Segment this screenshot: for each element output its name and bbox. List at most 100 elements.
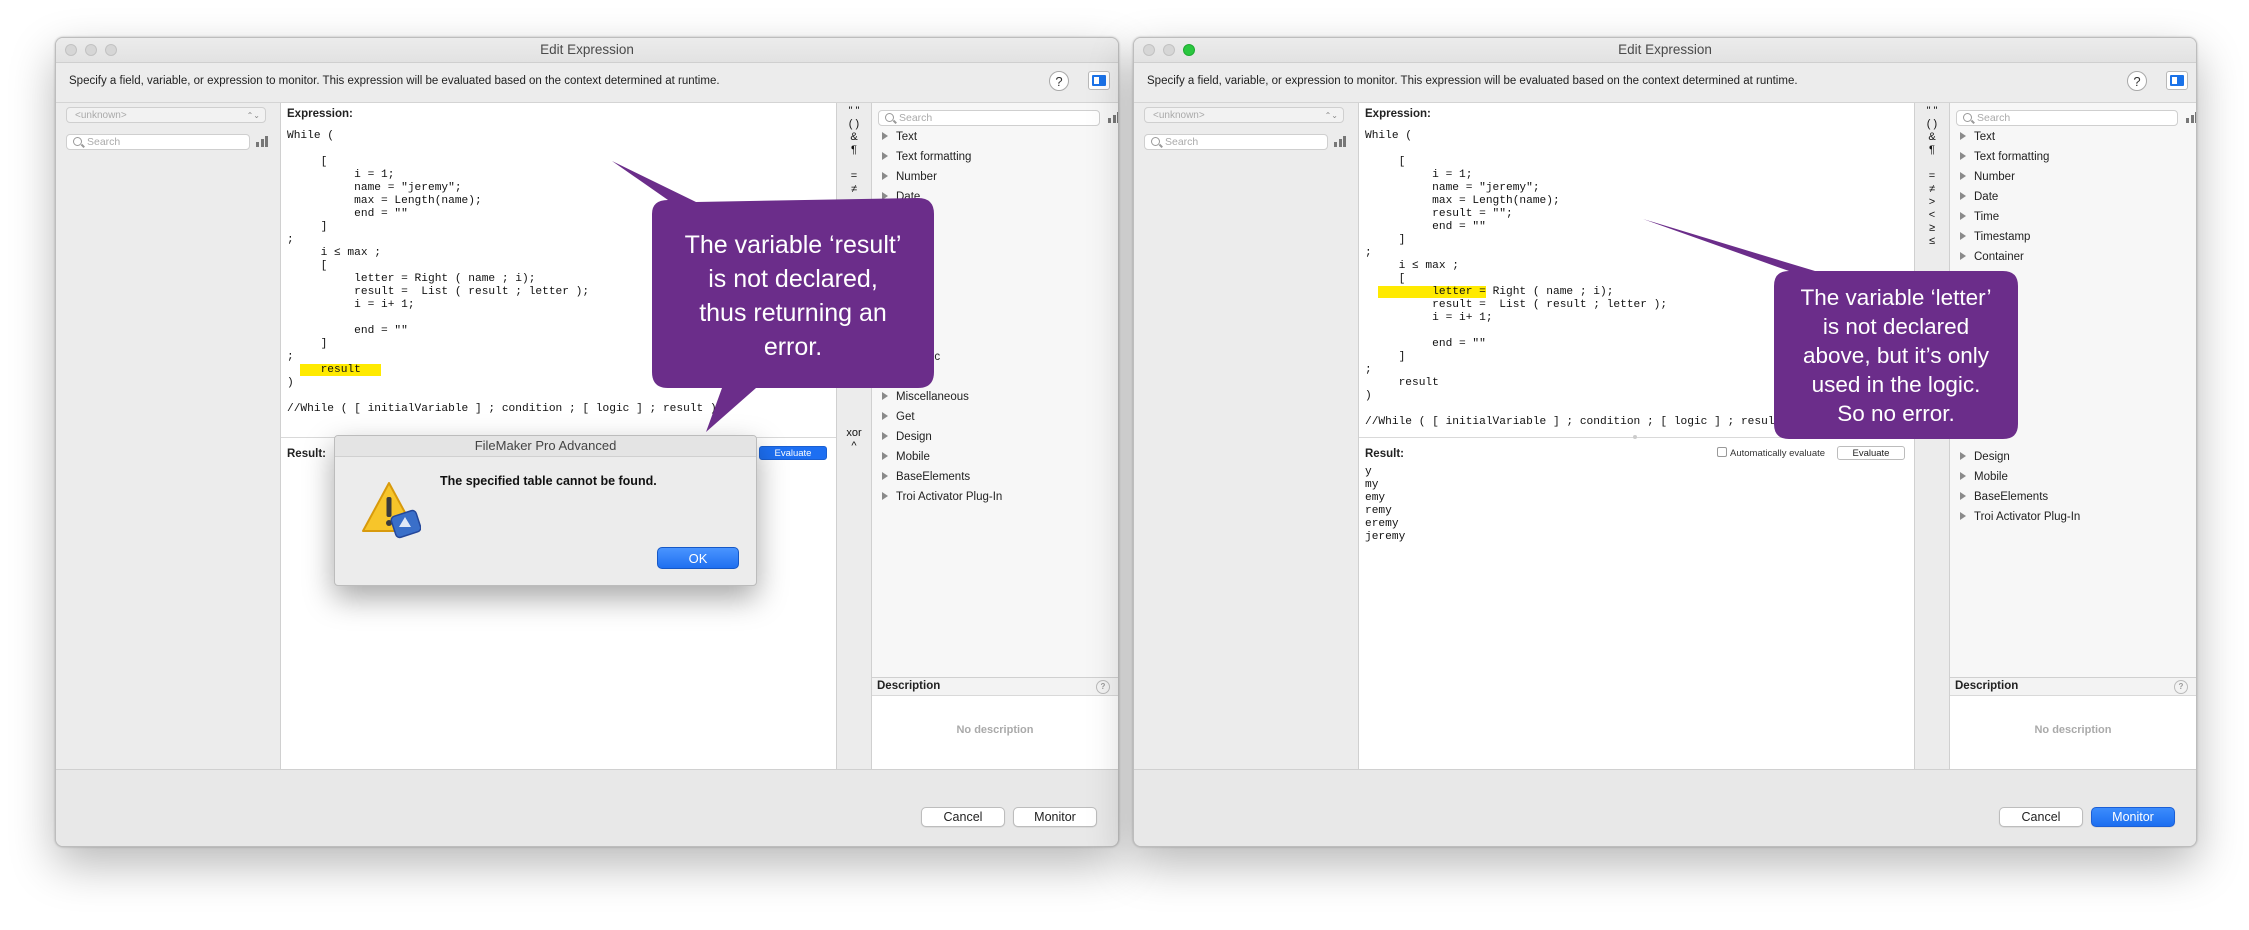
disclosure-triangle-icon[interactable] [882, 152, 888, 160]
function-category-item[interactable]: BaseElements [882, 471, 970, 483]
disclosure-triangle-icon[interactable] [1960, 472, 1966, 480]
disclosure-triangle-icon[interactable] [1960, 492, 1966, 500]
function-category-item[interactable]: Design [1960, 451, 2010, 463]
table-popup[interactable]: <unknown> ⌃⌄ [1144, 107, 1344, 123]
field-search-input[interactable]: Search [66, 134, 250, 150]
function-category-item[interactable]: Time [1960, 211, 1999, 223]
ok-button[interactable]: OK [657, 547, 739, 569]
monitor-button[interactable]: Monitor [1013, 807, 1097, 827]
function-category-item[interactable]: e [1960, 271, 1980, 283]
disclosure-triangle-icon[interactable] [1960, 232, 1966, 240]
function-category-label: Container [1974, 251, 2024, 263]
splitter-handle[interactable] [1633, 435, 1637, 439]
cancel-button[interactable]: Cancel [1999, 807, 2083, 827]
disclosure-triangle-icon[interactable] [882, 472, 888, 480]
operator-xor[interactable]: xor [837, 427, 871, 439]
function-category-item[interactable]: Design [882, 431, 932, 443]
expression-editor[interactable]: While ( [ i = 1; name = "jeremy"; max = … [1365, 130, 1781, 429]
disclosure-triangle-icon[interactable] [882, 372, 888, 380]
disclosure-triangle-icon[interactable] [1960, 512, 1966, 520]
operator-less[interactable]: < [1915, 209, 1949, 221]
function-category-item[interactable]: Troi Activator Plug-In [882, 491, 1002, 503]
function-category-item[interactable]: BaseElements [1960, 491, 2048, 503]
toggle-panel-button[interactable] [1088, 71, 1110, 90]
disclosure-triangle-icon[interactable] [882, 192, 888, 200]
help-icon[interactable]: ? [1096, 680, 1110, 694]
function-category-item[interactable]: Timestamp [1960, 231, 2030, 243]
evaluate-button[interactable]: Evaluate [1837, 446, 1905, 460]
function-category-item[interactable]: Container [1960, 251, 2024, 263]
sort-bars-icon[interactable] [1334, 136, 1346, 147]
evaluate-button[interactable]: Evaluate [759, 446, 827, 460]
disclosure-triangle-icon[interactable] [1960, 252, 1966, 260]
operator-ampersand[interactable]: & [837, 131, 871, 143]
function-category-item[interactable]: Get [882, 411, 915, 423]
operator-greater-equal[interactable]: ≥ [1915, 222, 1949, 234]
disclosure-triangle-icon[interactable] [882, 212, 888, 220]
function-category-item[interactable]: Troi Activator Plug-In [1960, 511, 2080, 523]
function-category-item[interactable]: Date [882, 191, 920, 203]
disclosure-triangle-icon[interactable] [882, 392, 888, 400]
operator-not-equal[interactable]: ≠ [837, 183, 871, 195]
function-category-item[interactable]: Date [1960, 191, 1998, 203]
function-category-item[interactable]: Mobile [1960, 471, 2008, 483]
help-icon[interactable]: ? [2174, 680, 2188, 694]
disclosure-triangle-icon[interactable] [1960, 272, 1966, 280]
disclosure-triangle-icon[interactable] [1960, 132, 1966, 140]
disclosure-triangle-icon[interactable] [882, 492, 888, 500]
operator-pilcrow[interactable]: ¶ [837, 144, 871, 156]
sort-bars-icon[interactable] [2186, 112, 2196, 123]
minimize-window-button[interactable] [85, 44, 97, 56]
disclosure-triangle-icon[interactable] [882, 452, 888, 460]
disclosure-triangle-icon[interactable] [1960, 212, 1966, 220]
function-category-item[interactable]: Number [882, 171, 937, 183]
function-category-item[interactable]: Text formatting [882, 151, 971, 163]
operator-ampersand[interactable]: & [1915, 131, 1949, 143]
operator-parens[interactable]: ( ) [837, 118, 871, 130]
table-popup[interactable]: <unknown> ⌃⌄ [66, 107, 266, 123]
function-search-input[interactable]: Search [878, 110, 1100, 126]
zoom-window-button[interactable] [105, 44, 117, 56]
toggle-panel-button[interactable] [2166, 71, 2188, 90]
operator-less-equal[interactable]: ≤ [1915, 235, 1949, 247]
disclosure-triangle-icon[interactable] [1960, 452, 1966, 460]
disclosure-triangle-icon[interactable] [882, 412, 888, 420]
disclosure-triangle-icon[interactable] [1960, 172, 1966, 180]
disclosure-triangle-icon[interactable] [882, 172, 888, 180]
help-button[interactable]: ? [1049, 71, 1069, 91]
operator-equals[interactable]: = [1915, 170, 1949, 182]
operator-parens[interactable]: ( ) [1915, 118, 1949, 130]
disclosure-triangle-icon[interactable] [1960, 192, 1966, 200]
function-category-item[interactable]: Number [1960, 171, 2015, 183]
close-window-button[interactable] [65, 44, 77, 56]
sort-bars-icon[interactable] [1108, 112, 1118, 123]
function-category-item[interactable]: Miscellaneous [882, 391, 969, 403]
function-category-item[interactable]: Logical [882, 371, 932, 383]
function-category-item[interactable]: Mobile [882, 451, 930, 463]
operator-caret[interactable]: ^ [837, 440, 871, 452]
operator-equals[interactable]: = [837, 170, 871, 182]
function-search-input[interactable]: Search [1956, 110, 2178, 126]
disclosure-triangle-icon[interactable] [1960, 152, 1966, 160]
operator-greater[interactable]: > [1915, 196, 1949, 208]
operator-quotes[interactable]: " " [1915, 105, 1949, 117]
zoom-window-button[interactable] [1183, 44, 1195, 56]
operator-quotes[interactable]: " " [837, 105, 871, 117]
function-category-item[interactable]: Text formatting [1960, 151, 2049, 163]
operator-not-equal[interactable]: ≠ [1915, 183, 1949, 195]
sort-bars-icon[interactable] [256, 136, 268, 147]
minimize-window-button[interactable] [1163, 44, 1175, 56]
field-search-input[interactable]: Search [1144, 134, 1328, 150]
disclosure-triangle-icon[interactable] [882, 432, 888, 440]
auto-evaluate-checkbox[interactable]: Automatically evaluate [1717, 447, 1825, 459]
function-category-item[interactable]: Text [882, 131, 917, 143]
cancel-button[interactable]: Cancel [921, 807, 1005, 827]
operator-pilcrow[interactable]: ¶ [1915, 144, 1949, 156]
help-button[interactable]: ? [2127, 71, 2147, 91]
function-category-item[interactable]: stamp [882, 211, 927, 223]
monitor-button[interactable]: Monitor [2091, 807, 2175, 827]
function-category-label: Date [1974, 191, 1999, 203]
close-window-button[interactable] [1143, 44, 1155, 56]
function-category-item[interactable]: Text [1960, 131, 1995, 143]
disclosure-triangle-icon[interactable] [882, 132, 888, 140]
